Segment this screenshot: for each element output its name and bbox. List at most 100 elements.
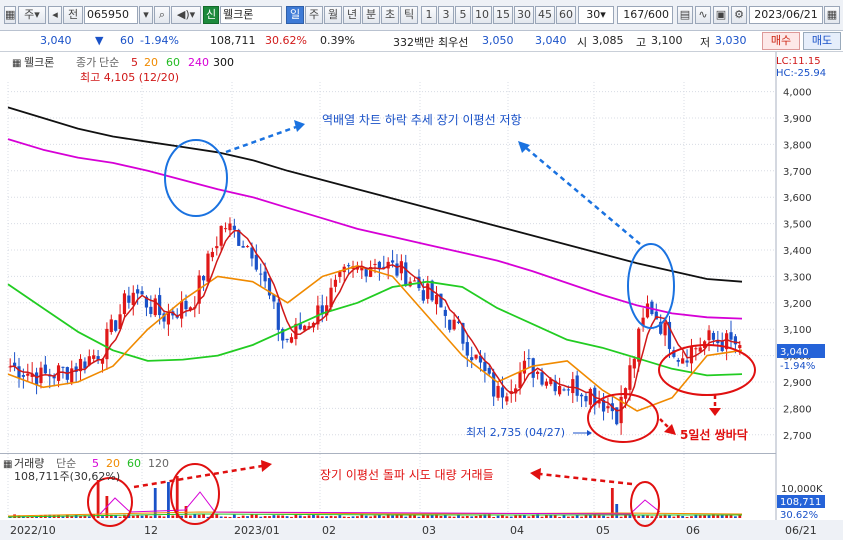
candle-body bbox=[738, 345, 742, 349]
candle-body bbox=[584, 396, 588, 402]
down-arrow-icon: ▼ bbox=[95, 34, 104, 47]
current-price-label: 3,040 bbox=[780, 347, 809, 358]
candle-body bbox=[276, 302, 280, 330]
candle-body bbox=[487, 367, 491, 374]
save-icon[interactable]: ▣ bbox=[713, 6, 729, 24]
volume-bar bbox=[496, 515, 500, 518]
volume-bar bbox=[391, 515, 394, 518]
volume-bar bbox=[145, 515, 148, 518]
code-input[interactable]: 065950 bbox=[84, 6, 138, 24]
volume-bar bbox=[602, 515, 605, 518]
candle-body bbox=[443, 309, 447, 316]
minute-6[interactable]: 45 bbox=[535, 6, 555, 24]
candle-body bbox=[21, 375, 25, 377]
interval-6[interactable]: 틱 bbox=[400, 6, 418, 24]
minute-1[interactable]: 3 bbox=[438, 6, 454, 24]
candle-body bbox=[571, 379, 575, 394]
quote-low-label: 저 bbox=[700, 36, 711, 49]
candle-body bbox=[518, 371, 522, 388]
candle-body bbox=[421, 290, 425, 301]
volume-bar bbox=[523, 515, 526, 518]
volume-bar bbox=[101, 516, 104, 518]
price-chart[interactable]: 4,000 3,900 3,800 3,700 3,600 3,500 3,400 3,300… bbox=[0, 52, 843, 540]
interval-4[interactable]: 분 bbox=[362, 6, 380, 24]
minute-2[interactable]: 5 bbox=[455, 6, 471, 24]
bars-icon[interactable]: ▤ bbox=[677, 6, 693, 24]
gear-icon[interactable]: ⚙ bbox=[731, 6, 747, 24]
volume-bar bbox=[698, 515, 702, 518]
xtick-label: 12 bbox=[144, 524, 158, 537]
count-input[interactable]: 167/600 bbox=[617, 6, 673, 24]
minute-3[interactable]: 10 bbox=[472, 6, 492, 24]
quote-best-label: 최우선 bbox=[438, 36, 469, 49]
interval-3[interactable]: 년 bbox=[343, 6, 361, 24]
prev-button[interactable]: 전 bbox=[63, 6, 83, 24]
volume-bar bbox=[373, 515, 377, 518]
date-axis: 2022/10 12 2023/01 02 03 04 05 06 06/21 bbox=[0, 520, 843, 540]
volume-bar bbox=[312, 514, 315, 518]
candle-body bbox=[390, 260, 395, 263]
candle-body bbox=[131, 292, 135, 305]
volume-bar bbox=[382, 516, 386, 518]
search-icon[interactable]: ⌕ bbox=[154, 6, 170, 24]
period-select[interactable]: 주▾ bbox=[18, 6, 46, 24]
minute-select[interactable]: 30▾ bbox=[578, 6, 614, 24]
ytick-label: 2,800 bbox=[783, 404, 812, 415]
sound-icon[interactable]: ◀)▾ bbox=[171, 6, 201, 24]
volume-bar bbox=[558, 516, 561, 518]
volume-legend-60: 60 bbox=[127, 457, 141, 470]
volume-bar bbox=[259, 516, 263, 518]
volume-bar bbox=[171, 515, 175, 518]
interval-5[interactable]: 초 bbox=[381, 6, 399, 24]
ytick-label: 3,700 bbox=[783, 167, 812, 178]
date-input[interactable]: 2023/06/21 bbox=[749, 6, 823, 24]
minute-0[interactable]: 1 bbox=[421, 6, 437, 24]
chevron-down-icon[interactable]: ▾ bbox=[139, 6, 153, 24]
volume-bar bbox=[637, 515, 641, 518]
buy-button[interactable]: 매수 bbox=[762, 32, 800, 50]
wave-icon[interactable]: ∿ bbox=[695, 6, 711, 24]
quote-open: 3,085 bbox=[592, 34, 624, 47]
candle-body bbox=[474, 354, 478, 359]
candle-body bbox=[663, 322, 667, 336]
prev-icon[interactable]: ◂ bbox=[48, 6, 62, 24]
minute-4[interactable]: 15 bbox=[493, 6, 513, 24]
ytick-label: 2,900 bbox=[783, 378, 812, 389]
volume-bar bbox=[228, 516, 232, 518]
volume-bar bbox=[118, 516, 122, 518]
candle-body bbox=[500, 387, 505, 398]
volume-legend-simple: 단순 bbox=[56, 457, 76, 470]
xtick-label: 05 bbox=[596, 524, 610, 537]
volume-bar bbox=[738, 515, 742, 518]
ytick-label: 4,000 bbox=[783, 88, 812, 99]
candle-body bbox=[452, 319, 456, 330]
volume-bar bbox=[285, 516, 289, 518]
volume-bar bbox=[268, 516, 271, 518]
volume-bar bbox=[237, 516, 241, 518]
volume-bar bbox=[540, 516, 544, 518]
volume-bar bbox=[232, 514, 236, 518]
candle-body bbox=[496, 385, 500, 398]
interval-0[interactable]: 일 bbox=[286, 6, 304, 24]
candle-body bbox=[92, 355, 96, 359]
candle-body bbox=[531, 358, 535, 378]
volume-bar bbox=[197, 514, 201, 518]
sell-button[interactable]: 매도 bbox=[803, 32, 841, 50]
minute-5[interactable]: 30 bbox=[514, 6, 534, 24]
volume-bar bbox=[501, 515, 504, 518]
minute-7[interactable]: 60 bbox=[556, 6, 576, 24]
candle-body bbox=[540, 372, 544, 385]
candle-body bbox=[729, 332, 733, 340]
calendar-icon[interactable]: ▦ bbox=[824, 6, 840, 24]
xtick-label: 04 bbox=[510, 524, 524, 537]
volume-bar bbox=[303, 516, 307, 518]
volume-bar bbox=[417, 516, 421, 518]
volume-bar bbox=[465, 515, 469, 518]
candle-body bbox=[285, 338, 289, 340]
interval-1[interactable]: 주 bbox=[305, 6, 323, 24]
volume-bar bbox=[202, 514, 205, 518]
candle-body bbox=[606, 406, 610, 409]
interval-2[interactable]: 월 bbox=[324, 6, 342, 24]
grid-icon[interactable]: ▦ bbox=[4, 6, 16, 24]
volume-bar bbox=[224, 516, 227, 518]
